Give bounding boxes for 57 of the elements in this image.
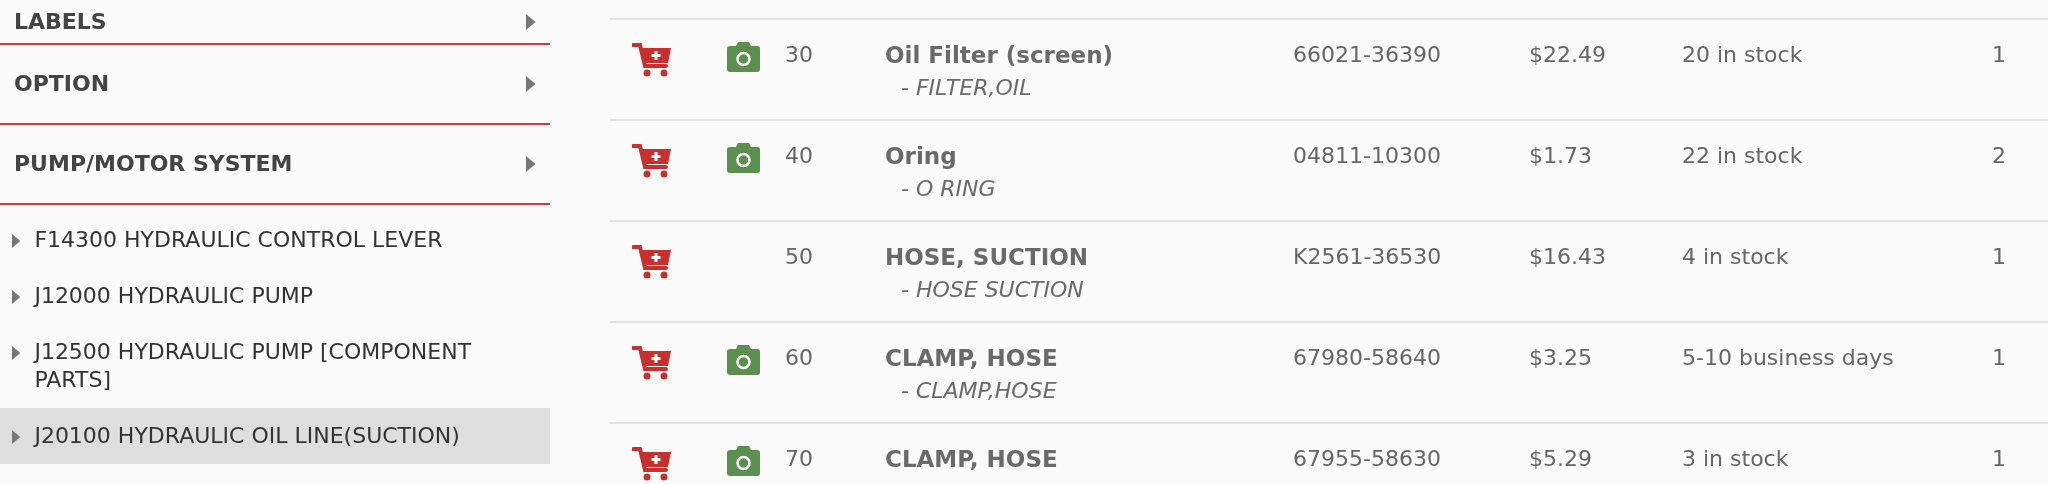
quantity: 2 — [1992, 142, 2007, 170]
part-number: K2561-36530 — [1293, 243, 1443, 271]
reference-number: 60 — [785, 344, 814, 372]
quantity: 1 — [1992, 445, 2007, 473]
quantity: 1 — [1992, 243, 2007, 271]
reference-number: 70 — [785, 445, 814, 473]
availability: 20 in stock — [1682, 41, 1804, 69]
part-name: Oil Filter (screen) — [885, 41, 1114, 70]
part-name: Oring — [885, 142, 958, 171]
add-to-cart-icon[interactable] — [632, 345, 672, 381]
subcategory-item[interactable]: J12500 HYDRAULIC PUMP [COMPONENT PARTS] — [0, 324, 550, 408]
part-description: - CLAMP,HOSE — [900, 377, 1058, 405]
price: $5.29 — [1529, 445, 1593, 473]
triangle-right-icon — [12, 290, 21, 304]
subcategory-item[interactable]: J12000 HYDRAULIC PUMP — [0, 268, 550, 324]
part-number: 04811-10300 — [1293, 142, 1442, 170]
add-to-cart-icon[interactable] — [632, 446, 672, 482]
availability: 4 in stock — [1682, 243, 1790, 271]
price: $1.73 — [1529, 142, 1593, 170]
reference-number: 30 — [785, 41, 814, 69]
part-description: - O RING — [900, 175, 997, 203]
availability: 5-10 business days — [1682, 344, 1895, 372]
triangle-right-icon — [526, 13, 536, 30]
reference-number: 50 — [785, 243, 814, 271]
reference-number: 40 — [785, 142, 814, 170]
triangle-right-icon — [526, 76, 536, 92]
camera-icon[interactable] — [727, 446, 760, 476]
add-to-cart-icon[interactable] — [632, 42, 672, 78]
category-item[interactable]: OPTION — [0, 45, 550, 125]
camera-icon[interactable] — [727, 143, 760, 173]
subcategory-item[interactable]: F14300 HYDRAULIC CONTROL LEVER — [0, 212, 550, 268]
part-name: CLAMP, HOSE — [885, 445, 1059, 474]
price: $3.25 — [1529, 344, 1593, 372]
subcategory-item[interactable]: J20100 HYDRAULIC OIL LINE(SUCTION) — [0, 408, 550, 464]
camera-icon[interactable] — [727, 345, 760, 375]
add-to-cart-icon[interactable] — [632, 244, 672, 280]
part-number: 66021-36390 — [1293, 41, 1442, 69]
quantity: 1 — [1992, 344, 2007, 372]
part-name: CLAMP, HOSE — [885, 344, 1059, 373]
availability: 3 in stock — [1682, 445, 1790, 473]
triangle-right-icon — [526, 156, 536, 172]
part-name: HOSE, SUCTION — [885, 243, 1089, 272]
part-number: 67980-58640 — [1293, 344, 1442, 372]
category-item[interactable]: PUMP/MOTOR SYSTEM — [0, 125, 550, 205]
price: $16.43 — [1529, 243, 1607, 271]
triangle-right-icon — [12, 430, 21, 444]
triangle-right-icon — [12, 234, 21, 248]
category-item[interactable]: LABELS — [0, 0, 550, 45]
quantity: 1 — [1992, 41, 2007, 69]
part-description: - HOSE SUCTION — [900, 276, 1085, 304]
part-number: 67955-58630 — [1293, 445, 1442, 473]
part-description: - FILTER,OIL — [900, 74, 1033, 102]
price: $22.49 — [1529, 41, 1607, 69]
triangle-right-icon — [12, 346, 21, 360]
add-to-cart-icon[interactable] — [632, 143, 672, 179]
availability: 22 in stock — [1682, 142, 1804, 170]
camera-icon[interactable] — [727, 42, 760, 72]
